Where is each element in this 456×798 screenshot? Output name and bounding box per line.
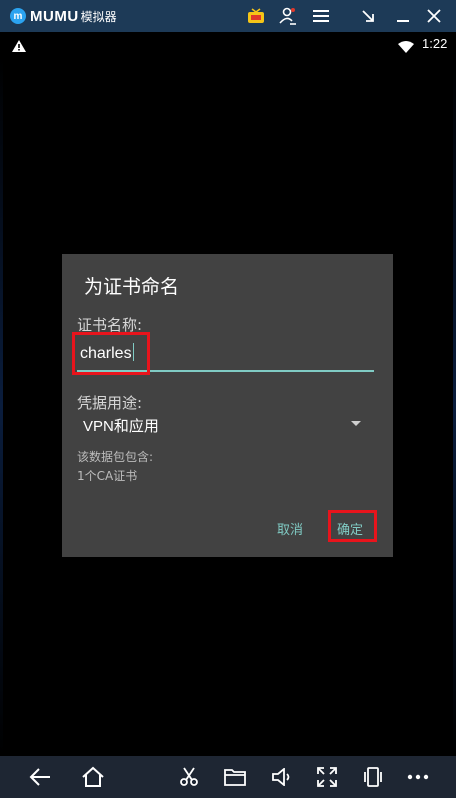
- package-contains-label: 该数据包包含:: [77, 450, 154, 464]
- package-contains-value: 1个CA证书: [77, 469, 138, 483]
- brand: m MUMU 模拟器: [10, 6, 117, 26]
- user-icon[interactable]: [276, 4, 300, 28]
- volume-icon[interactable]: [269, 765, 295, 789]
- back-icon[interactable]: [27, 765, 53, 789]
- fullscreen-icon[interactable]: [314, 765, 340, 789]
- dialog-title: 为证书命名: [84, 276, 180, 298]
- tv-icon[interactable]: [244, 4, 268, 28]
- android-status-bar: 1:22: [0, 32, 456, 56]
- credential-usage-label: 凭据用途:: [77, 394, 143, 412]
- menu-icon[interactable]: [309, 4, 333, 28]
- dropdown-arrow-icon[interactable]: [351, 421, 361, 426]
- minimize-icon[interactable]: [391, 4, 415, 28]
- more-icon[interactable]: [405, 765, 431, 789]
- brand-name: MUMU: [30, 7, 79, 25]
- name-certificate-dialog: 为证书命名 证书名称: charles 凭据用途: VPN和应用 该数据包包含:…: [62, 254, 393, 557]
- cancel-button[interactable]: 取消: [277, 519, 303, 538]
- screen-edge-left: [0, 56, 3, 756]
- wifi-icon: [398, 38, 414, 57]
- name-highlight-box: [72, 332, 150, 375]
- rotate-icon[interactable]: [360, 765, 386, 789]
- close-icon[interactable]: [422, 4, 446, 28]
- brand-suffix: 模拟器: [80, 9, 117, 24]
- cut-icon[interactable]: [176, 765, 202, 789]
- home-icon[interactable]: [80, 765, 106, 789]
- mumu-logo-icon: m: [10, 8, 26, 24]
- emulator-toolbar: [0, 756, 456, 798]
- ok-highlight-box: [328, 510, 377, 542]
- minimize-to-corner-icon[interactable]: [356, 4, 380, 28]
- folder-icon[interactable]: [222, 765, 248, 789]
- emulator-titlebar: m MUMU 模拟器: [0, 0, 456, 32]
- credential-usage-select[interactable]: VPN和应用: [83, 415, 159, 436]
- warning-icon: [12, 37, 26, 56]
- status-time: 1:22: [422, 36, 448, 51]
